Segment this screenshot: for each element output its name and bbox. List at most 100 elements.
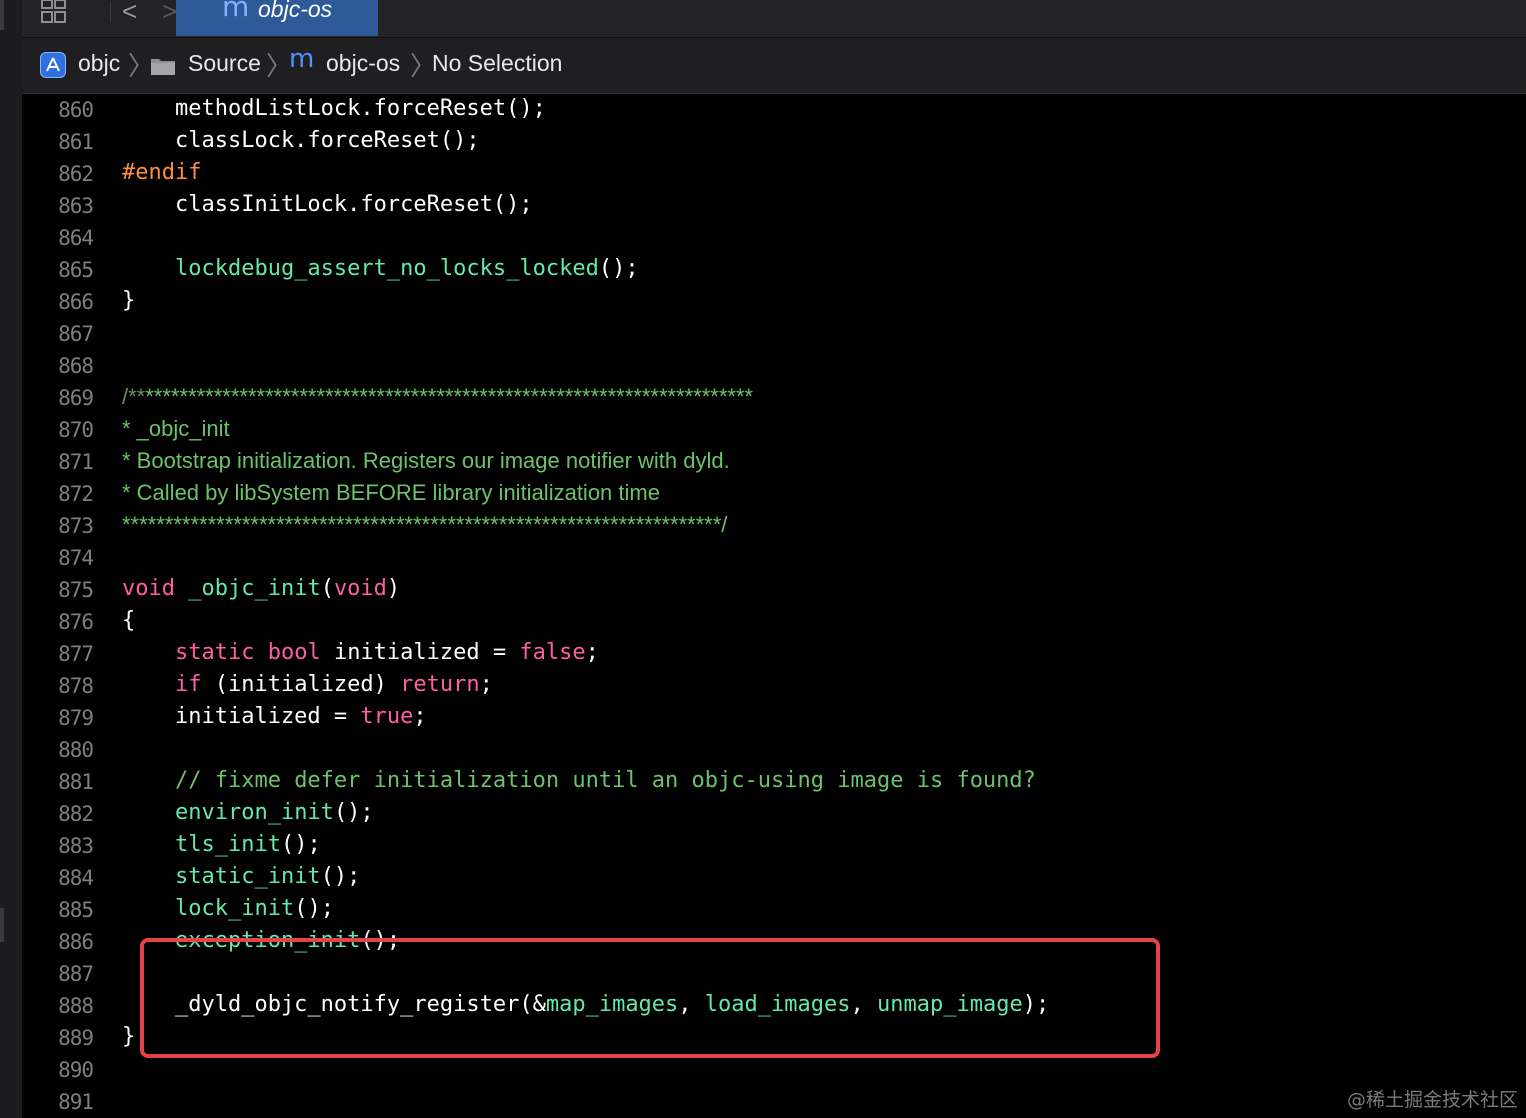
code-text: static_init();: [122, 864, 360, 889]
line-number: 876: [58, 610, 94, 634]
code-token: static_init: [174, 864, 321, 889]
code-token: * Called by libSystem BEFORE library ini…: [122, 480, 660, 505]
line-number: 867: [58, 322, 94, 346]
breadcrumb-file[interactable]: objc-os: [326, 50, 400, 77]
line-number: 865: [58, 258, 94, 282]
code-token: (: [320, 576, 334, 601]
code-line[interactable]: 891: [22, 1086, 1526, 1118]
line-number: 864: [58, 226, 94, 250]
code-token: ();: [333, 800, 374, 825]
code-text: if (initialized) return;: [122, 672, 493, 697]
code-token: lockdebug_assert_no_locks_locked: [174, 256, 599, 281]
code-line[interactable]: 864: [22, 222, 1526, 254]
code-line[interactable]: 876 {: [22, 606, 1526, 638]
line-number: 871: [58, 450, 94, 474]
line-number: 866: [58, 290, 94, 314]
panel-edge-indicator: [0, 908, 4, 942]
line-number: 884: [58, 866, 94, 890]
code-line[interactable]: 875 void _objc_init(void): [22, 574, 1526, 606]
line-number: 885: [58, 898, 94, 922]
code-text: * _objc_init: [122, 416, 230, 442]
code-token: }: [122, 1024, 136, 1049]
code-line[interactable]: 862 #endif: [22, 158, 1526, 190]
breadcrumb-project[interactable]: objc: [78, 50, 120, 77]
line-number: 874: [58, 546, 94, 570]
line-number: 872: [58, 482, 94, 506]
xcode-project-icon[interactable]: [40, 52, 66, 78]
code-line[interactable]: 879 initialized = true;: [22, 702, 1526, 734]
code-token: ;: [479, 672, 493, 697]
line-number: 861: [58, 130, 94, 154]
code-line[interactable]: 867: [22, 318, 1526, 350]
code-token: ;: [585, 640, 599, 665]
code-text: ****************************************…: [122, 512, 727, 538]
breadcrumb-folder[interactable]: Source: [188, 50, 261, 77]
code-line[interactable]: 883 tls_init();: [22, 830, 1526, 862]
highlight-annotation-box: [140, 938, 1160, 1058]
code-line[interactable]: 860 methodListLock.forceReset();: [22, 94, 1526, 126]
forward-chevron-icon[interactable]: >: [162, 0, 177, 27]
line-number: 882: [58, 802, 94, 826]
code-token: }: [122, 288, 136, 313]
tab-bar: < > m objc-os: [22, 0, 1526, 38]
code-token: * Bootstrap initialization. Registers ou…: [122, 448, 730, 473]
code-text: classLock.forceReset();: [122, 128, 480, 153]
code-text: lock_init();: [122, 896, 334, 921]
related-items-grid-icon[interactable]: [40, 0, 68, 24]
code-token: * _objc_init: [122, 416, 230, 441]
code-token: classLock.forceReset();: [122, 128, 480, 153]
objc-file-icon: m: [289, 44, 315, 74]
code-token: ();: [320, 864, 361, 889]
line-number: 862: [58, 162, 94, 186]
code-line[interactable]: 881 // fixme defer initialization until …: [22, 766, 1526, 798]
code-text: /***************************************…: [122, 384, 753, 410]
code-line[interactable]: 874: [22, 542, 1526, 574]
line-number: 863: [58, 194, 94, 218]
code-token: // fixme defer initialization until an o…: [174, 768, 1036, 793]
code-line[interactable]: 872 * Called by libSystem BEFORE library …: [22, 478, 1526, 510]
code-text: lockdebug_assert_no_locks_locked();: [122, 256, 639, 281]
code-line[interactable]: 869 /************************************…: [22, 382, 1526, 414]
code-line[interactable]: 865 lockdebug_assert_no_locks_locked();: [22, 254, 1526, 286]
code-line[interactable]: 878 if (initialized) return;: [22, 670, 1526, 702]
code-token: false: [519, 640, 586, 665]
breadcrumb-selection[interactable]: No Selection: [432, 50, 562, 77]
line-number: 869: [58, 386, 94, 410]
code-token: ();: [598, 256, 639, 281]
code-line[interactable]: 871 * Bootstrap initialization. Registers…: [22, 446, 1526, 478]
code-line[interactable]: 884 static_init();: [22, 862, 1526, 894]
code-line[interactable]: 866}: [22, 286, 1526, 318]
code-line[interactable]: 882 environ_init();: [22, 798, 1526, 830]
back-chevron-icon[interactable]: <: [122, 0, 137, 27]
code-text: }: [122, 288, 135, 313]
code-line[interactable]: 868: [22, 350, 1526, 382]
line-number: 888: [58, 994, 94, 1018]
line-number: 889: [58, 1026, 94, 1050]
code-line[interactable]: 873 *************************************…: [22, 510, 1526, 542]
code-text: static bool initialized = false;: [122, 640, 599, 665]
code-line[interactable]: 877 static bool initialized = false;: [22, 638, 1526, 670]
code-line[interactable]: 863 classInitLock.forceReset();: [22, 190, 1526, 222]
code-line[interactable]: 870 * _objc_init: [22, 414, 1526, 446]
line-number: 860: [58, 98, 94, 122]
tab-objc-os[interactable]: m objc-os: [176, 0, 378, 36]
line-number: 877: [58, 642, 94, 666]
code-line[interactable]: 885 lock_init();: [22, 894, 1526, 926]
code-token: if: [174, 672, 202, 697]
code-token: return: [400, 672, 480, 697]
line-number: 868: [58, 354, 94, 378]
watermark: @稀土掘金技术社区: [1346, 1089, 1518, 1111]
code-token: true: [360, 704, 414, 729]
code-line[interactable]: 861 classLock.forceReset();: [22, 126, 1526, 158]
code-token: _objc_init: [188, 576, 321, 601]
code-line[interactable]: 890: [22, 1054, 1526, 1086]
code-line[interactable]: 880: [22, 734, 1526, 766]
code-token: ;: [413, 704, 427, 729]
code-text: * Called by libSystem BEFORE library ini…: [122, 480, 660, 506]
code-token: #endif: [122, 160, 202, 185]
